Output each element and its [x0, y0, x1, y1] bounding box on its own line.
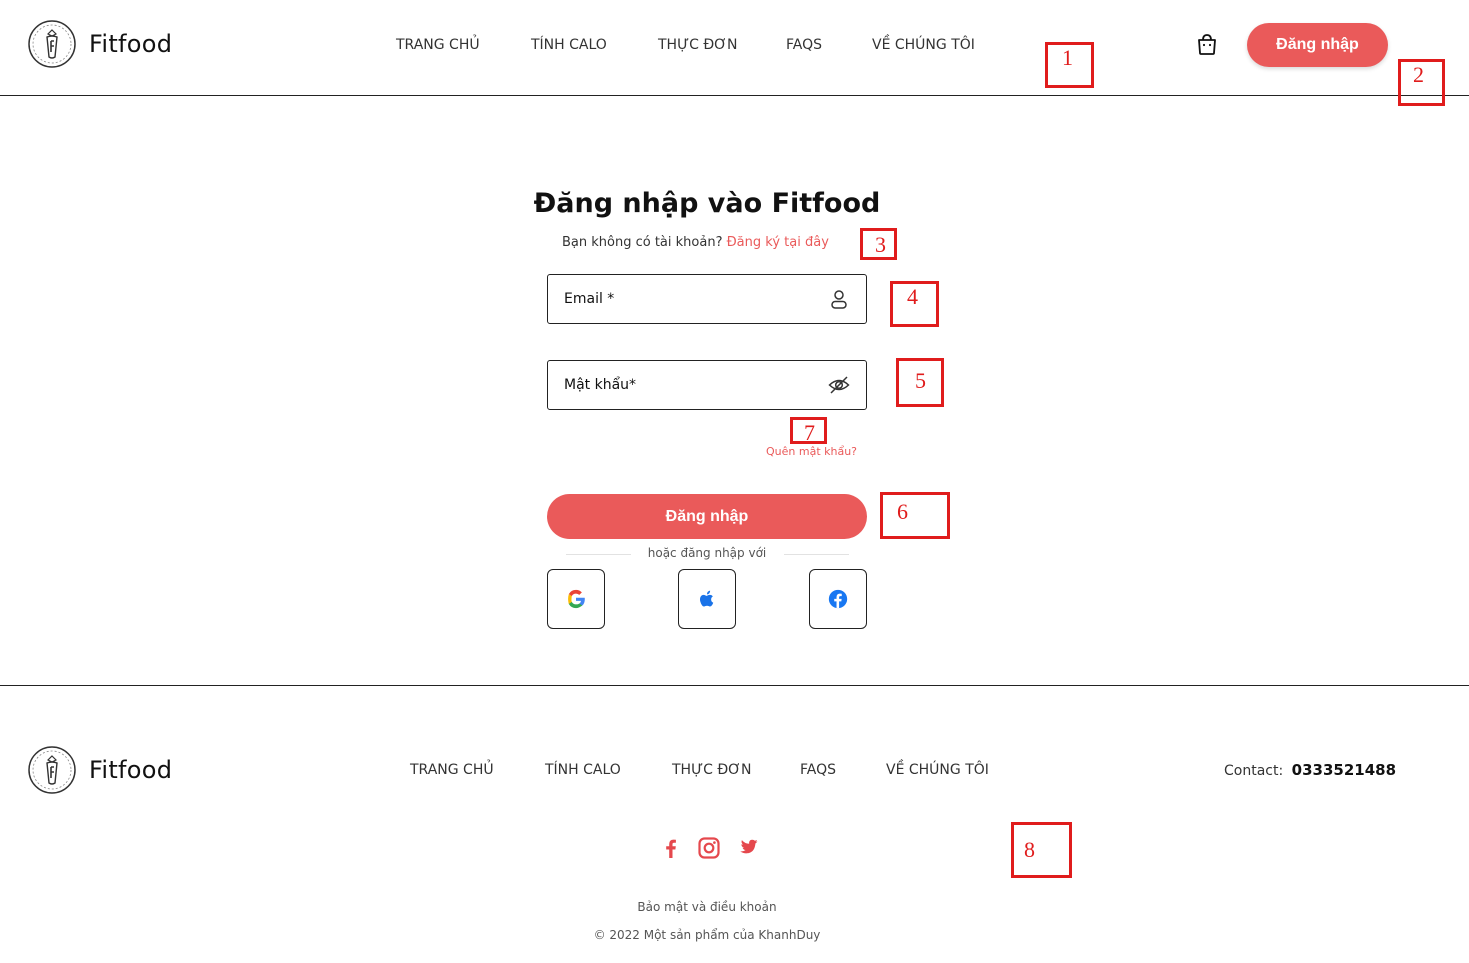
google-icon	[568, 589, 585, 609]
annotation-box-8: 8	[1011, 822, 1072, 878]
footer-nav-menu[interactable]: THỰC ĐƠN	[672, 762, 751, 778]
privacy-terms-link[interactable]: Bảo mật và điều khoản	[0, 900, 1414, 914]
nav-faqs[interactable]: FAQS	[786, 37, 822, 53]
eye-off-icon[interactable]	[828, 374, 850, 396]
brand-logo[interactable]: Fitfood	[27, 19, 172, 69]
apple-login-button[interactable]	[678, 569, 736, 629]
site-header: Fitfood TRANG CHỦ TÍNH CALO THỰC ĐƠN FAQ…	[0, 0, 1469, 96]
footer-brand-logo[interactable]: Fitfood	[27, 745, 172, 795]
cart-icon[interactable]	[1195, 32, 1219, 56]
contact-phone: 0333521488	[1291, 761, 1397, 779]
annotation-box-4: 4	[890, 281, 939, 327]
password-field[interactable]: Mật khẩu*	[547, 360, 867, 410]
footer-nav-calorie[interactable]: TÍNH CALO	[545, 762, 621, 778]
footer-brand-name: Fitfood	[89, 756, 173, 784]
brand-name: Fitfood	[89, 30, 173, 58]
login-submit-button[interactable]: Đăng nhập	[547, 494, 867, 539]
email-label: Email *	[564, 291, 615, 307]
nav-about[interactable]: VỀ CHÚNG TÔI	[872, 37, 975, 53]
no-account-text: Bạn không có tài khoản?	[562, 235, 723, 250]
annotation-box-6: 6	[880, 492, 950, 539]
divider-right	[784, 554, 849, 555]
signup-prompt: Bạn không có tài khoản? Đăng ký tại đây	[562, 235, 829, 250]
instagram-icon[interactable]	[697, 836, 721, 860]
contact-label: Contact:	[1224, 763, 1284, 779]
user-icon	[831, 290, 847, 309]
annotation-box-5: 5	[896, 358, 944, 407]
annotation-box-2: 2	[1398, 59, 1445, 106]
annotation-box-1: 1	[1045, 42, 1094, 88]
facebook-login-button[interactable]	[809, 569, 867, 629]
google-login-button[interactable]	[547, 569, 605, 629]
nav-menu[interactable]: THỰC ĐƠN	[658, 37, 737, 53]
footer-nav-faqs[interactable]: FAQS	[800, 762, 836, 778]
annotation-box-3: 3	[860, 228, 897, 260]
signup-link[interactable]: Đăng ký tại đây	[727, 235, 829, 250]
annotation-box-7: 7	[790, 417, 827, 444]
nav-home[interactable]: TRANG CHỦ	[396, 37, 480, 53]
password-label: Mật khẩu*	[564, 377, 637, 393]
contact-info: Contact: 0333521488	[1224, 761, 1396, 779]
footer-divider	[0, 685, 1469, 686]
footer-nav-about[interactable]: VỀ CHÚNG TÔI	[886, 762, 989, 778]
fitfood-logo-icon	[28, 746, 76, 794]
forgot-password-link[interactable]: Quên mật khẩu?	[766, 445, 857, 458]
email-field[interactable]: Email *	[547, 274, 867, 324]
facebook-icon	[828, 589, 848, 609]
apple-icon	[699, 590, 714, 607]
header-login-button[interactable]: Đăng nhập	[1247, 23, 1388, 67]
or-login-with-text: hoặc đăng nhập với	[647, 546, 767, 560]
page-title: Đăng nhập vào Fitfood	[533, 188, 881, 219]
copyright-text: © 2022 Một sản phẩm của KhanhDuy	[593, 928, 821, 942]
footer-nav-home[interactable]: TRANG CHỦ	[410, 762, 494, 778]
nav-calorie[interactable]: TÍNH CALO	[531, 37, 607, 53]
fitfood-logo-icon	[28, 20, 76, 68]
twitter-icon[interactable]	[735, 836, 759, 860]
facebook-icon[interactable]	[659, 836, 683, 860]
